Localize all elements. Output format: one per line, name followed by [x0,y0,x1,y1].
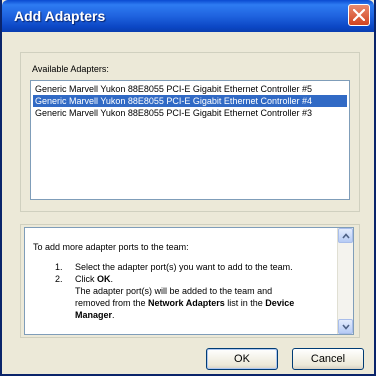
scroll-down-button[interactable] [338,319,353,334]
list-item-label: Generic Marvell Yukon 88E8055 PCI-E Giga… [35,108,312,118]
step-text-prefix: Click [75,274,97,284]
close-button[interactable] [348,4,370,26]
available-adapters-label: Available Adapters: [32,64,109,74]
note-bold: Device [265,298,295,308]
scroll-up-button[interactable] [338,228,353,243]
ok-button[interactable]: OK [206,348,278,370]
title-bar[interactable]: Add Adapters [2,0,374,32]
help-content: To add more adapter ports to the team: 1… [25,228,337,334]
list-item-label: Generic Marvell Yukon 88E8055 PCI-E Giga… [35,96,312,106]
help-intro: To add more adapter ports to the team: [33,242,189,252]
note-bold: Network Adapters [148,298,225,308]
help-panel: To add more adapter ports to the team: 1… [24,227,354,335]
chevron-up-icon [342,233,350,239]
cancel-button[interactable]: Cancel [292,348,364,370]
list-item-label: Generic Marvell Yukon 88E8055 PCI-E Giga… [35,84,312,94]
step-text: Click OK. [75,274,113,284]
available-adapters-list[interactable]: Generic Marvell Yukon 88E8055 PCI-E Giga… [30,80,350,200]
note-suffix: . [112,310,115,320]
note-mid: list in the [224,298,266,308]
help-scrollbar[interactable] [337,228,353,334]
note-text: The adapter port(s) will be added to the… [75,286,273,296]
step-text: Select the adapter port(s) you want to a… [75,262,293,272]
note-text: removed from the Network Adapters list i… [75,298,294,308]
list-item-selected[interactable]: Generic Marvell Yukon 88E8055 PCI-E Giga… [33,95,347,107]
chevron-down-icon [342,324,350,330]
close-icon [353,9,365,21]
window-title: Add Adapters [14,8,106,24]
step-text-bold: OK [97,274,111,284]
list-item[interactable]: Generic Marvell Yukon 88E8055 PCI-E Giga… [33,107,347,119]
step-number: 2. [55,274,63,284]
step-number: 1. [55,262,63,272]
note-prefix: removed from the [75,298,149,308]
note-bold: Manager [75,310,113,320]
list-item[interactable]: Generic Marvell Yukon 88E8055 PCI-E Giga… [33,83,347,95]
step-text-suffix: . [110,274,114,284]
note-text: Manager. [75,310,115,320]
